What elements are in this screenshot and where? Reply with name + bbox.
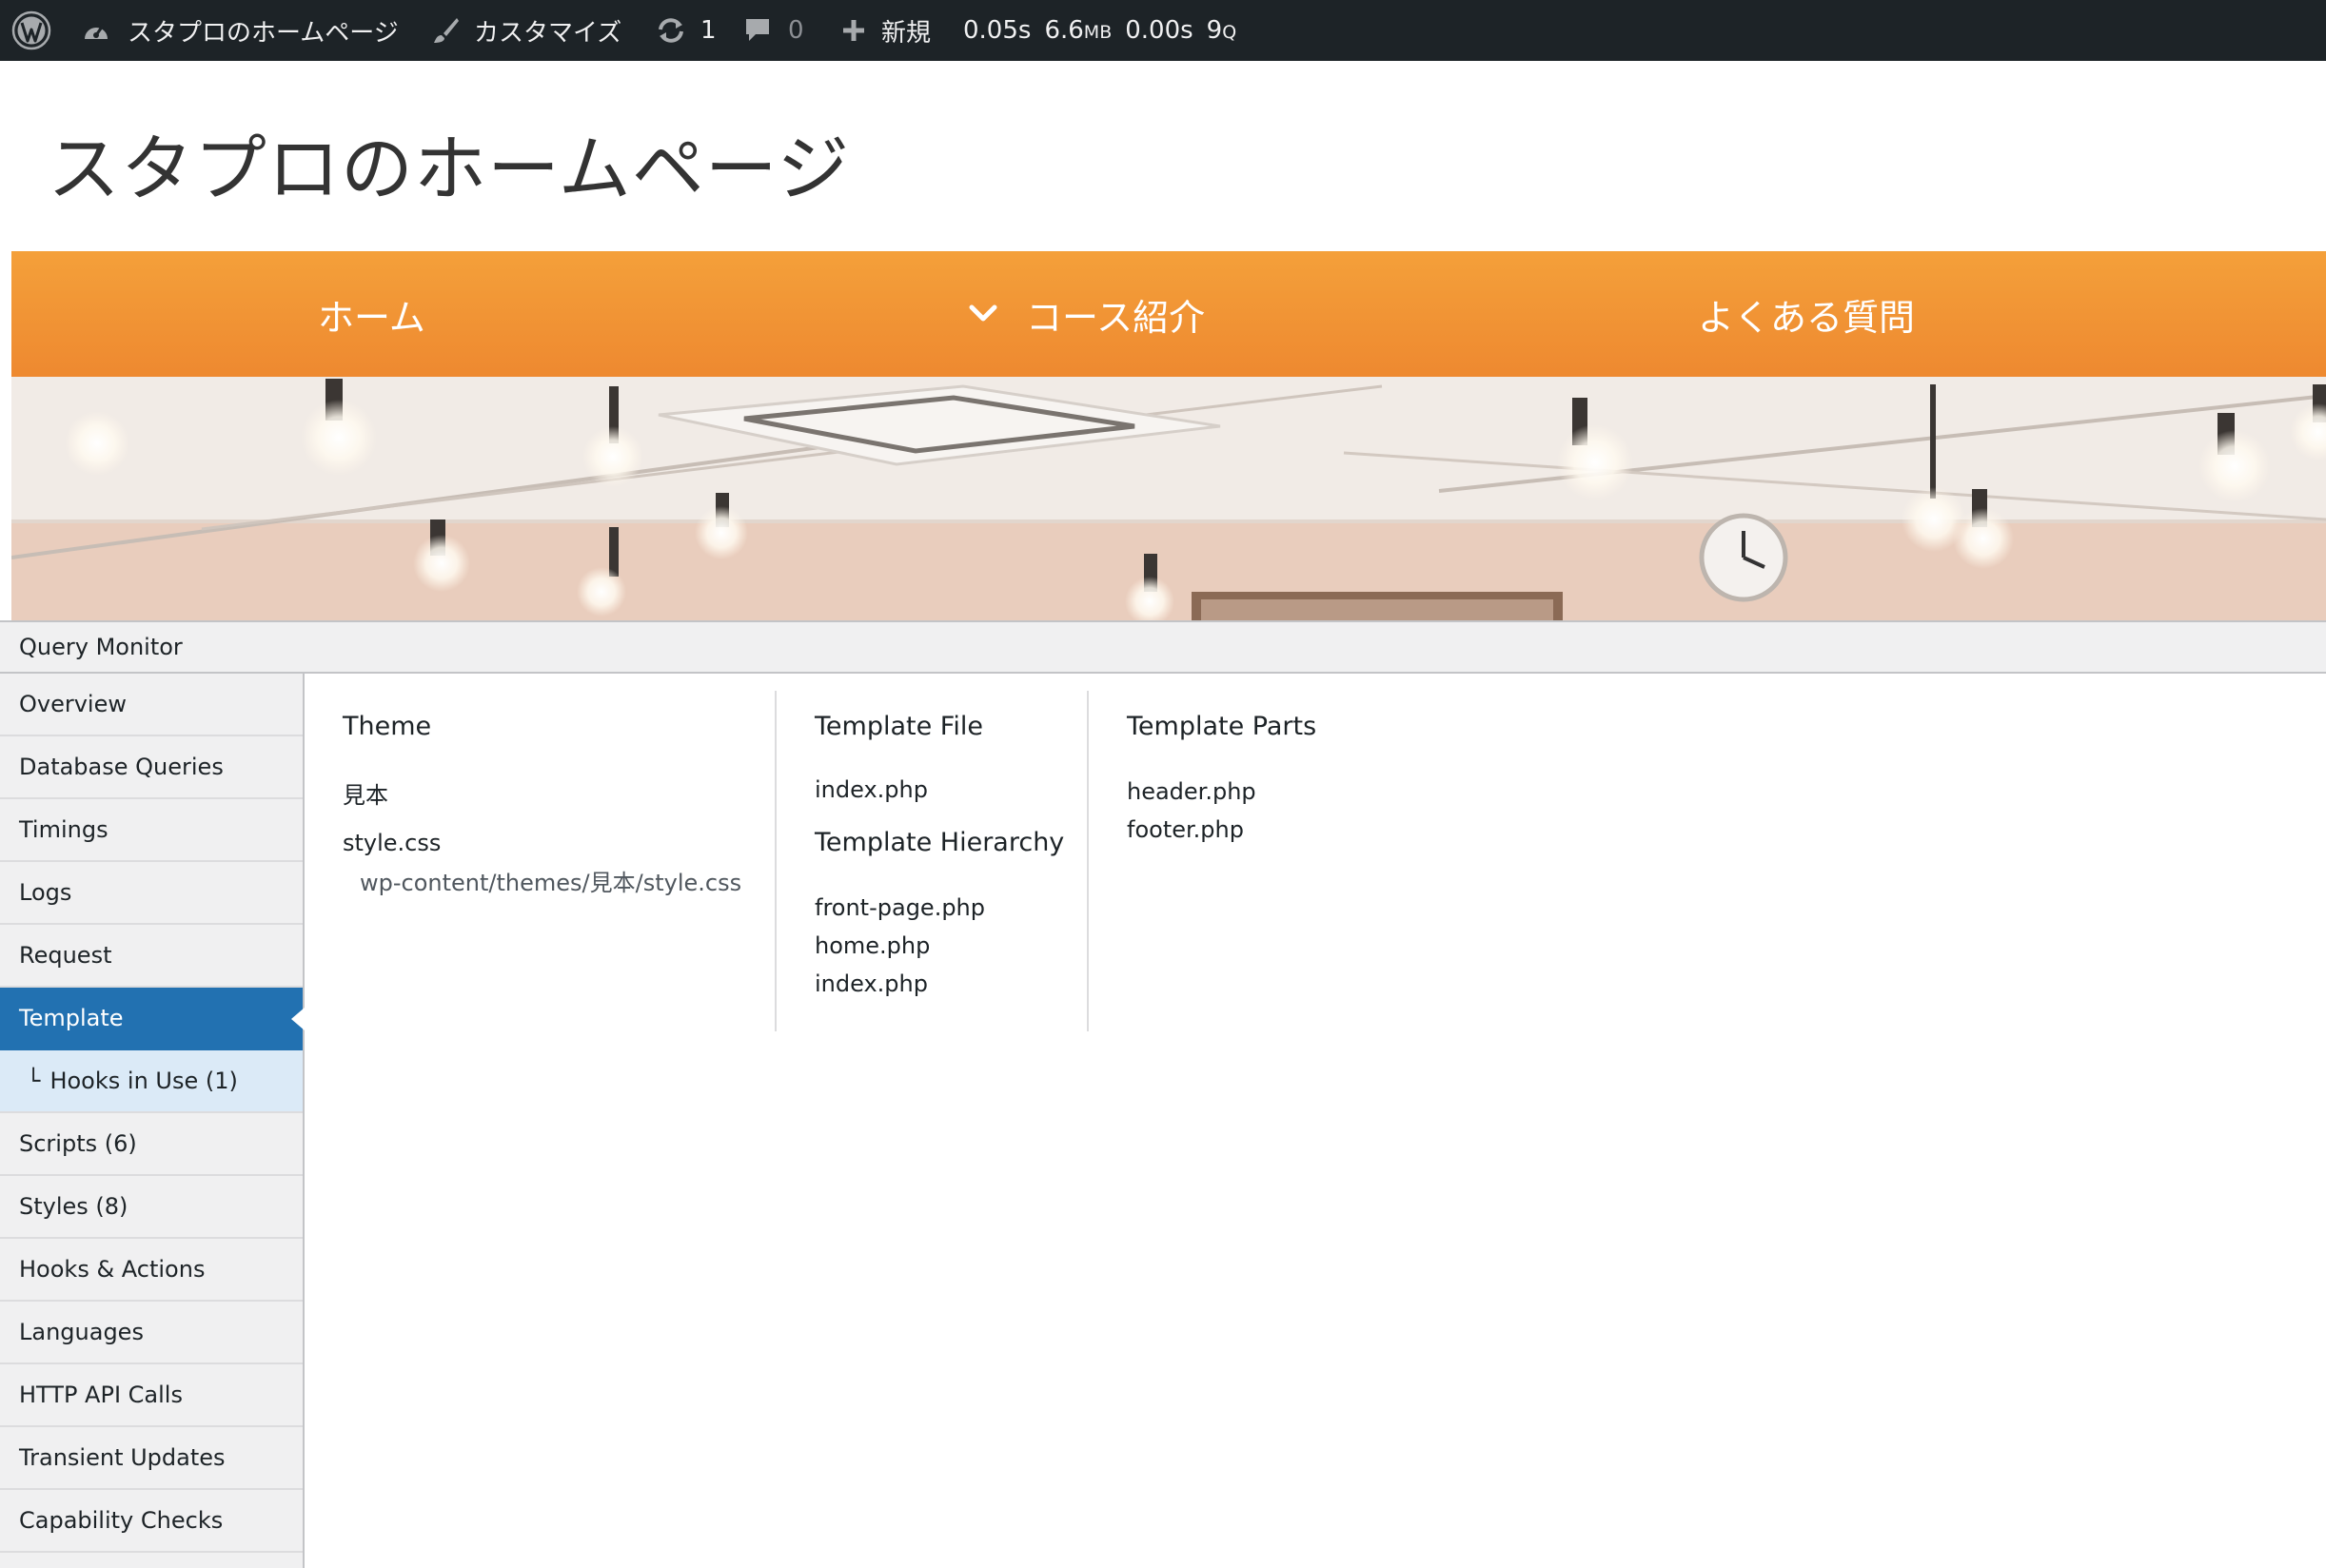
- nav-item-faq[interactable]: よくある質問: [1698, 251, 1915, 377]
- customize-menu[interactable]: カスタマイズ: [430, 0, 621, 61]
- updates-count: 1: [700, 16, 717, 45]
- nav-course-label: コース紹介: [1026, 296, 1206, 339]
- dashboard-gauge-icon: [82, 18, 110, 43]
- wordpress-logo-icon[interactable]: [11, 10, 51, 50]
- qm-menu-overview[interactable]: Overview: [0, 674, 303, 736]
- qm-menu-capability-checks[interactable]: Capability Checks: [0, 1490, 303, 1553]
- template-part-item[interactable]: footer.php: [1127, 816, 1244, 843]
- qm-menu-hooks-in-use[interactable]: └ Hooks in Use (1): [0, 1050, 303, 1113]
- comments-menu[interactable]: 0: [744, 0, 804, 61]
- customize-label: カスタマイズ: [474, 18, 622, 48]
- template-file-name[interactable]: index.php: [815, 776, 928, 803]
- qm-menu-transient-updates[interactable]: Transient Updates: [0, 1427, 303, 1490]
- site-navigation: ホーム コース紹介 よくある質問: [11, 251, 2326, 377]
- qm-menu-timings[interactable]: Timings: [0, 799, 303, 862]
- qm-menu-hooks-in-use-label: Hooks in Use (1): [49, 1068, 238, 1094]
- site-name-menu[interactable]: スタプロのホームページ: [82, 0, 399, 61]
- theme-name: 見本: [343, 782, 388, 809]
- theme-heading: Theme: [343, 712, 432, 741]
- site-name-label: スタプロのホームページ: [128, 18, 399, 48]
- qm-menu-template[interactable]: Template: [0, 988, 305, 1050]
- qm-menu-database-queries[interactable]: Database Queries: [0, 736, 303, 799]
- template-hierarchy-heading: Template Hierarchy: [815, 828, 1065, 857]
- qm-memory-value: 6.6: [1044, 16, 1084, 45]
- qm-queries: 9Q: [1207, 16, 1237, 45]
- hierarchy-item: home.php: [815, 932, 931, 959]
- hierarchy-item: index.php: [815, 970, 928, 997]
- qm-menu-request[interactable]: Request: [0, 925, 303, 988]
- qm-menu-languages[interactable]: Languages: [0, 1302, 303, 1364]
- template-parts-heading: Template Parts: [1127, 712, 1317, 741]
- ceiling-photo: [11, 377, 2326, 620]
- qm-title-bar: Query Monitor: [0, 620, 2326, 674]
- hierarchy-item: front-page.php: [815, 894, 986, 921]
- stylesheet-path[interactable]: wp-content/themes/見本/style.css: [360, 864, 741, 897]
- template-file-heading: Template File: [815, 712, 983, 741]
- paintbrush-icon: [430, 16, 461, 45]
- nav-item-course[interactable]: コース紹介: [969, 251, 1205, 377]
- site-title[interactable]: スタプロのホームページ: [48, 110, 850, 215]
- qm-menu-http-api-calls[interactable]: HTTP API Calls: [0, 1364, 303, 1427]
- stylesheet-name: style.css: [343, 830, 442, 856]
- updates-menu[interactable]: 1: [655, 0, 717, 61]
- new-label: 新規: [881, 18, 932, 48]
- plus-icon: [841, 18, 866, 43]
- qm-page-time: 0.05s: [963, 16, 1032, 45]
- qm-queries-unit: Q: [1222, 22, 1237, 43]
- nav-home-label: ホーム: [318, 296, 425, 339]
- comment-bubble-icon: [744, 17, 771, 44]
- submenu-marker: └: [27, 1068, 41, 1094]
- qm-memory-unit: MB: [1083, 22, 1113, 43]
- qm-menu-styles[interactable]: Styles (8): [0, 1176, 303, 1239]
- refresh-icon: [655, 16, 687, 45]
- nav-item-home[interactable]: ホーム: [318, 251, 425, 377]
- qm-memory: 6.6MB: [1044, 16, 1112, 45]
- qm-panel-menu: Overview Database Queries Timings Logs R…: [0, 674, 305, 1568]
- qm-template-panel: Theme 見本 style.css wp-content/themes/見本/…: [306, 674, 2326, 1568]
- qm-menu-logs[interactable]: Logs: [0, 862, 303, 925]
- new-content-menu[interactable]: 新規: [841, 0, 931, 61]
- chevron-down-icon[interactable]: [969, 304, 997, 323]
- qm-theme-section: Theme 見本 style.css wp-content/themes/見本/…: [306, 691, 777, 1031]
- admin-bar: スタプロのホームページ カスタマイズ 1 0 新規 0.05s 6.6MB 0.…: [0, 0, 2326, 61]
- query-monitor-summary[interactable]: 0.05s 6.6MB 0.00s 9Q: [963, 0, 1236, 61]
- template-part-item[interactable]: header.php: [1127, 778, 1256, 805]
- qm-menu-hooks-actions[interactable]: Hooks & Actions: [0, 1239, 303, 1302]
- qm-title: Query Monitor: [19, 634, 183, 660]
- nav-faq-label: よくある質問: [1698, 296, 1916, 339]
- qm-db-time: 0.00s: [1125, 16, 1193, 45]
- qm-template-file-section: Template File index.php Template Hierarc…: [777, 691, 1089, 1031]
- comments-count: 0: [788, 16, 804, 45]
- qm-menu-scripts[interactable]: Scripts (6): [0, 1113, 303, 1176]
- qm-template-parts-section: Template Parts header.php footer.php: [1089, 691, 1469, 1031]
- qm-queries-value: 9: [1206, 16, 1223, 45]
- header-image: [11, 377, 2326, 620]
